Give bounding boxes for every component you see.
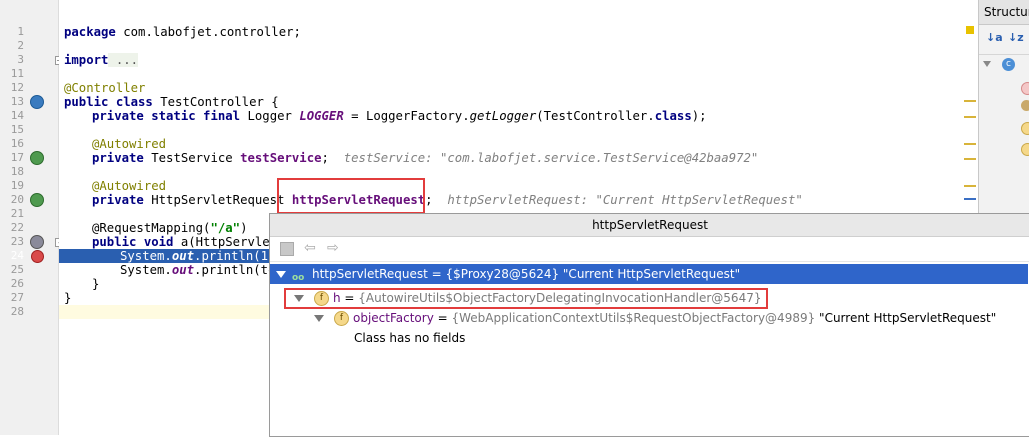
line-number: 17 — [10, 151, 24, 164]
autowired-bean-icon[interactable] — [30, 193, 44, 207]
code-line-3: import ... — [64, 53, 139, 67]
code-line-26: } — [92, 277, 100, 291]
line-number: 18 — [10, 165, 24, 178]
bean-icon[interactable] — [30, 95, 44, 109]
line-number: 24 — [10, 249, 24, 262]
editor-gutter[interactable]: 1 2 3 11 12 13 14 15 16 17 18 19 20 21 2… — [0, 0, 64, 435]
structure-title: Structure — [979, 0, 1029, 25]
field-icon[interactable] — [1021, 100, 1029, 111]
line-number: 16 — [10, 137, 24, 150]
stripe-mark[interactable] — [964, 198, 976, 200]
code-line-13: public class TestController { — [64, 95, 279, 109]
popup-toolbar: ⇦ ⇨ — [270, 237, 1029, 262]
field-icon[interactable] — [1021, 143, 1029, 156]
expanded-icon[interactable] — [314, 315, 324, 322]
back-arrow-icon[interactable]: ⇦ — [304, 240, 316, 256]
line-number: 25 — [10, 263, 24, 276]
code-line-16: @Autowired — [92, 137, 167, 151]
no-fields-label: Class has no fields — [354, 331, 466, 345]
field-icon: f — [334, 311, 349, 326]
line-number: 15 — [10, 123, 24, 136]
line-number: 1 — [17, 25, 24, 38]
field-label: objectFactory = {WebApplicationContextUt… — [353, 311, 997, 325]
line-number: 3 — [17, 53, 24, 66]
line-number: 2 — [17, 39, 24, 52]
tree-row-empty: Class has no fields — [270, 328, 1028, 348]
method-icon[interactable] — [1021, 82, 1029, 95]
stripe-mark[interactable] — [964, 158, 976, 160]
root-variable-label: httpServletRequest = {$Proxy28@5624} "Cu… — [312, 267, 741, 281]
stripe-mark[interactable] — [964, 185, 976, 187]
code-line-24: System.out.println(12 — [120, 249, 269, 263]
code-line-22: @RequestMapping("/a") — [92, 221, 248, 235]
forward-arrow-icon[interactable]: ⇨ — [327, 240, 339, 256]
pin-icon[interactable] — [280, 242, 294, 256]
status-indicator-icon[interactable] — [966, 26, 974, 34]
line-number: 11 — [10, 67, 24, 80]
stripe-mark[interactable] — [964, 116, 976, 118]
code-line-1: package com.labofjet.controller; — [64, 25, 301, 39]
variable-inspector-popup[interactable]: httpServletRequest ⇦ ⇨ oo httpServletReq… — [269, 213, 1029, 437]
sort-by-visibility-icon[interactable]: ↓a — [986, 31, 1003, 44]
caret-line-highlight — [59, 305, 269, 319]
highlight-box-field — [277, 178, 425, 214]
toolbar-divider — [979, 54, 1029, 55]
line-number: 23 — [10, 235, 24, 248]
line-number: 12 — [10, 81, 24, 94]
popup-title[interactable]: httpServletRequest — [270, 214, 1029, 237]
code-line-14: private static final Logger LOGGER = Log… — [92, 109, 707, 123]
line-number: 19 — [10, 179, 24, 192]
stripe-mark[interactable] — [964, 143, 976, 145]
line-number: 21 — [10, 207, 24, 220]
code-line-12: @Controller — [64, 81, 146, 95]
highlight-box-h — [284, 288, 768, 309]
request-mapping-icon[interactable] — [30, 235, 44, 249]
code-line-20: private HttpServletRequest httpServletRe… — [92, 193, 803, 207]
field-icon[interactable] — [1021, 122, 1029, 135]
expand-icon[interactable] — [983, 61, 991, 67]
object-icon: oo — [292, 273, 305, 283]
expanded-icon[interactable] — [276, 271, 286, 278]
code-line-17: private TestService testService; testSer… — [92, 151, 759, 165]
code-line-23: public void a(HttpServletR — [92, 235, 269, 249]
line-number: 28 — [10, 305, 24, 318]
class-icon[interactable]: c — [1002, 58, 1015, 71]
breakpoint-icon[interactable] — [31, 250, 44, 263]
autowired-bean-icon[interactable] — [30, 151, 44, 165]
line-number: 13 — [10, 95, 24, 108]
sort-alphabetically-icon[interactable]: ↓z — [1008, 31, 1024, 44]
code-line-27: } — [64, 291, 72, 305]
line-number: 27 — [10, 291, 24, 304]
tree-row-root[interactable]: oo httpServletRequest = {$Proxy28@5624} … — [270, 264, 1028, 284]
tree-row-objectfactory[interactable]: f objectFactory = {WebApplicationContext… — [270, 308, 1028, 328]
line-number: 20 — [10, 193, 24, 206]
code-line-19: @Autowired — [92, 179, 167, 193]
line-number: 22 — [10, 221, 24, 234]
code-line-25: System.out.println(te — [120, 263, 269, 277]
line-number: 14 — [10, 109, 24, 122]
stripe-mark[interactable] — [964, 100, 976, 102]
line-number: 26 — [10, 277, 24, 290]
